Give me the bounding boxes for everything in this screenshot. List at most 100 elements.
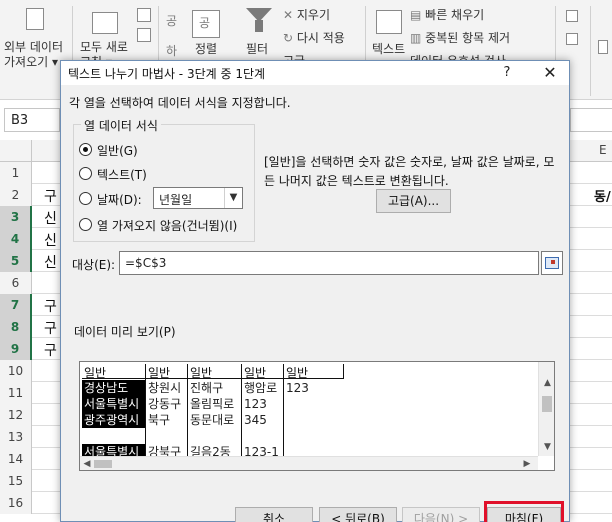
sort-button[interactable]: 정렬 [195,42,217,57]
radio-text-indicator[interactable] [79,167,92,180]
radio-date-indicator[interactable] [79,192,92,205]
cell[interactable]: 신 [44,230,57,250]
preview-cell: 진해구 [190,381,224,395]
cell[interactable]: 구 [44,186,57,206]
cell[interactable]: 구 [44,296,57,316]
cell[interactable]: 신 [44,252,57,272]
clear-label: 지우기 [296,8,330,22]
text-to-columns-icon [376,10,402,34]
instruction-text: 각 열을 선택하여 데이터 서식을 지정합니다. [69,96,291,110]
preview-cell [146,428,188,444]
row-number[interactable]: 8 [0,316,32,338]
advanced-button[interactable]: 고급(A)... [376,189,451,213]
preview-cell: 서울특별시 [82,396,146,412]
clear-button[interactable]: ✕ 지우기 [283,8,330,23]
date-format-select[interactable]: 년월일 ▼ [153,187,243,209]
preview-column-divider [283,364,284,456]
remove-duplicates-button[interactable]: ▥ 중복된 항목 제거 [410,31,510,46]
text-to-columns-dialog: 텍스트 나누기 마법사 - 3단계 중 1단계 ? ✕ 각 열을 선택하여 데이… [60,60,570,522]
clear-icon: ✕ [283,8,297,22]
format-description: [일반]을 선택하면 숫자 값은 숫자로, 날짜 값은 날짜로, 모든 나머지 … [264,155,555,188]
scroll-left-icon[interactable]: ◀ [80,457,94,470]
consolidate-icon [566,10,578,22]
preview-column-header[interactable]: 일반 [188,364,242,380]
row-number[interactable]: 1 [0,162,32,184]
cell[interactable]: 구 [44,340,57,360]
preview-horizontal-thumb[interactable] [94,460,112,468]
back-button[interactable]: < 뒤로(B) [319,507,397,522]
row-number[interactable]: 10 [0,360,32,382]
sort-descending-button[interactable]: 하 [166,44,177,59]
column-format-group-title: 열 데이터 서식 [81,117,161,134]
get-external-data-label-2: 가져오기 ▾ [4,55,58,69]
row-number[interactable]: 9 [0,338,32,360]
filter-button[interactable]: 필터 [246,42,268,57]
row-number[interactable]: 16 [0,492,32,514]
text-to-columns-button[interactable]: 텍스트 [372,42,405,57]
close-button[interactable]: ✕ [535,61,565,85]
get-external-data-button[interactable]: 외부 데이터 가져오기 ▾ [4,40,63,70]
preview-vertical-scrollbar[interactable]: ▲ ▼ [538,362,554,456]
data-preview-grid[interactable]: 일반 일반 일반 일반 일반 경상남도 창원시 진해구 행암로 123 서울특별시 강동구 올림픽로 12… [80,362,540,460]
remove-duplicates-icon: ▥ [410,31,426,45]
row-number[interactable]: 3 [0,206,32,228]
data-preview-label: 데이터 미리 보기(P) [74,325,176,339]
data-preview[interactable]: 일반 일반 일반 일반 일반 경상남도 창원시 진해구 행암로 123 서울특별시 강동구 올림픽로 12… [79,361,555,471]
row-number[interactable]: 14 [0,448,32,470]
sort-ascending-button[interactable]: 공 [166,14,177,29]
row-number[interactable]: 12 [0,404,32,426]
destination-value: =$C$3 [125,256,167,270]
radio-general-indicator[interactable] [79,143,92,156]
radio-general-label: 일반(G) [97,144,138,158]
dialog-titlebar[interactable]: 텍스트 나누기 마법사 - 3단계 중 1단계 ? ✕ [61,61,569,85]
cell[interactable]: 구 [44,318,57,338]
next-button[interactable]: 다음(N) > [402,507,480,522]
destination-input[interactable]: =$C$3 [119,251,539,275]
row-number[interactable]: 6 [0,272,32,294]
row-number[interactable]: 15 [0,470,32,492]
reapply-button[interactable]: ↻ 다시 적용 [283,31,345,46]
preview-column-divider [145,364,146,456]
remove-duplicates-label: 중복된 항목 제거 [425,31,511,45]
row-number[interactable]: 7 [0,294,32,316]
radio-skip-column-indicator[interactable] [79,218,92,231]
properties-icon [137,28,151,42]
scroll-up-icon[interactable]: ▲ [539,378,554,392]
finish-button[interactable]: 마침(F) [487,507,561,522]
preview-horizontal-scrollbar[interactable]: ◀ ▶ [80,456,538,470]
row-number[interactable]: 11 [0,382,32,404]
preview-vertical-thumb[interactable] [542,396,552,412]
cell[interactable]: 신 [44,208,57,228]
preview-column-header[interactable]: 일반 [284,364,344,380]
refresh-all-label-1: 모두 새로 [80,40,128,54]
preview-cell: 123 [286,381,309,395]
row-number[interactable]: 2 [0,184,32,206]
preview-column-header[interactable]: 일반 [82,364,146,380]
preview-cell: 올림픽로 [190,397,235,411]
radio-date-label: 날짜(D): [97,193,142,207]
flash-fill-icon: ▤ [410,8,426,22]
column-header-e[interactable]: E [599,143,607,157]
ribbon-separator [590,6,591,96]
preview-column-header[interactable]: 일반 [146,364,188,380]
range-select-icon-mark [551,260,555,264]
scroll-right-icon[interactable]: ▶ [520,457,534,470]
row-number[interactable]: 5 [0,250,32,272]
row-number[interactable]: 13 [0,426,32,448]
reapply-label: 다시 적용 [296,31,345,45]
preview-column-divider [241,364,242,456]
scroll-down-icon[interactable]: ▼ [539,442,554,456]
sort-icon-glyph: 공 [199,16,211,30]
help-button[interactable]: ? [493,61,521,85]
select-all-corner[interactable] [0,140,32,162]
flash-fill-button[interactable]: ▤ 빠른 채우기 [410,8,484,23]
preview-column-header[interactable]: 일반 [242,364,284,380]
name-box[interactable]: B3 [4,108,60,132]
collapse-dialog-button[interactable] [541,251,563,275]
formula-bar[interactable] [570,108,612,132]
cancel-button[interactable]: 취소 [235,507,313,522]
row-number[interactable]: 4 [0,228,32,250]
cell[interactable]: 동/ [594,186,611,205]
preview-cell: 123 [244,397,267,411]
chevron-down-icon[interactable]: ▼ [224,188,242,208]
